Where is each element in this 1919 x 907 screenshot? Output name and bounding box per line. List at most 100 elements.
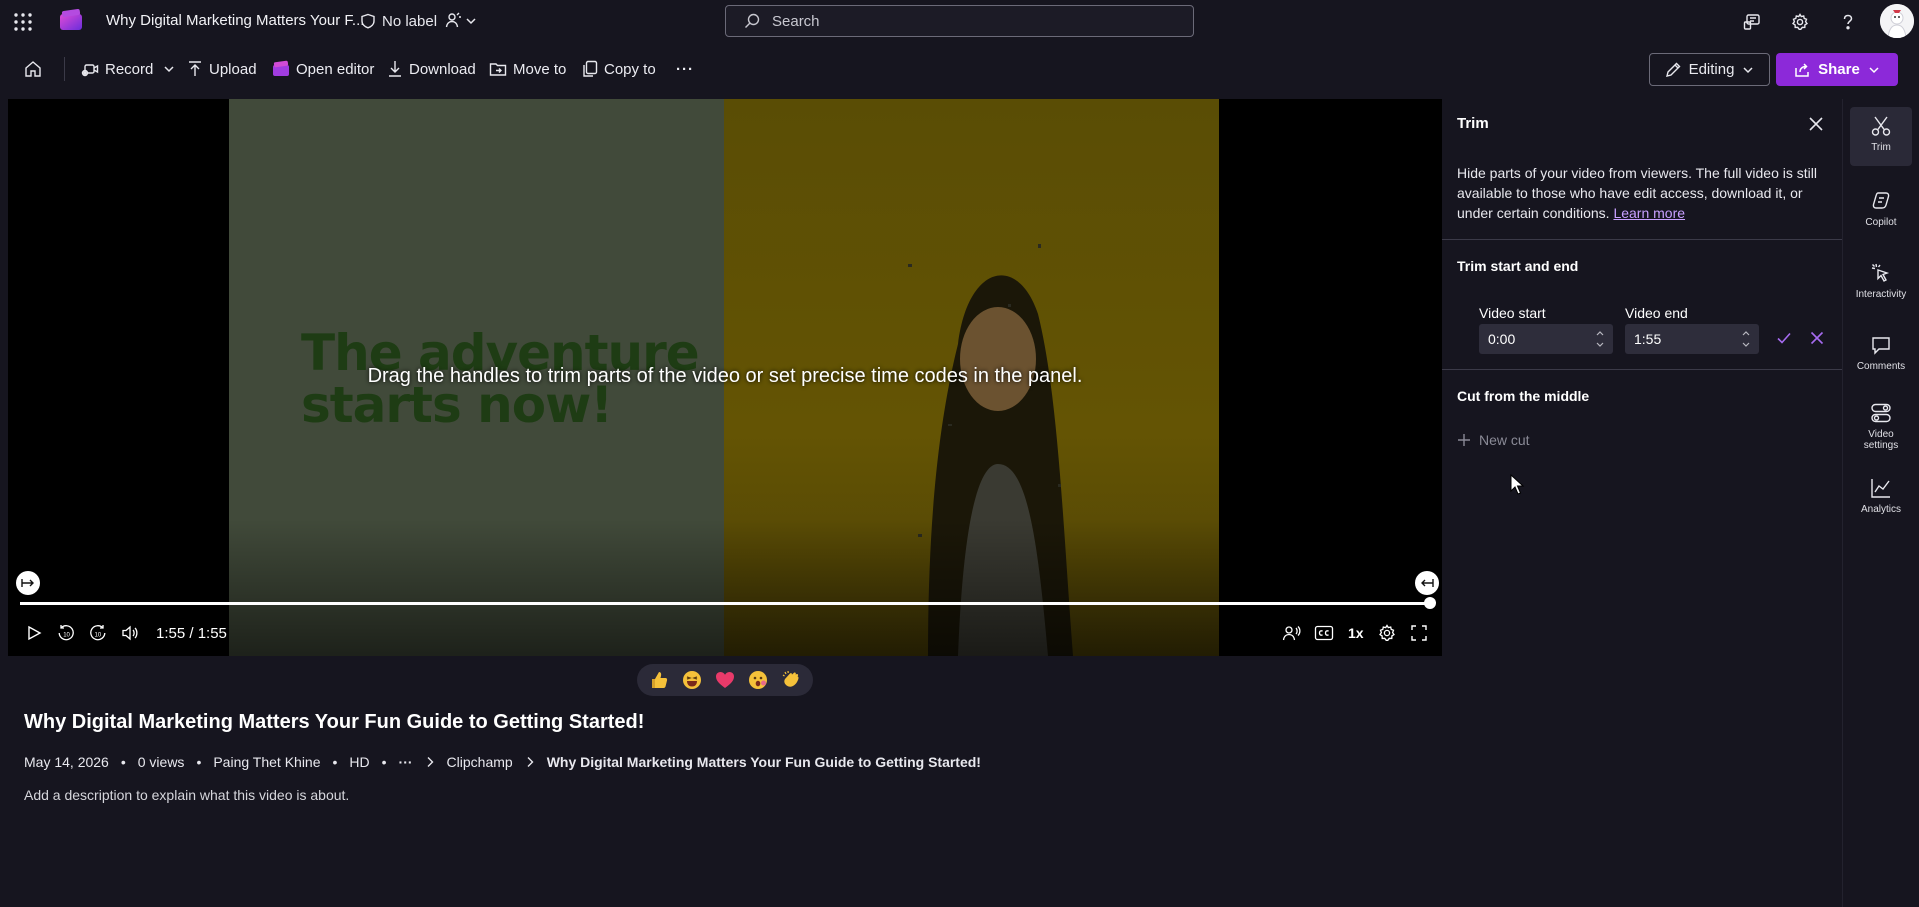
breadcrumb-folder[interactable]: Clipchamp: [447, 754, 513, 770]
cut-middle-heading: Cut from the middle: [1457, 388, 1590, 404]
trim-start-handle[interactable]: [16, 571, 40, 595]
breadcrumb-current: Why Digital Marketing Matters Your Fun G…: [546, 754, 981, 770]
new-cut-button[interactable]: New cut: [1457, 432, 1530, 448]
record-label: Record: [105, 60, 154, 78]
time-readout: 1:55 / 1:55: [156, 625, 227, 642]
video-end-stepper[interactable]: [1741, 328, 1751, 350]
video-title: Why Digital Marketing Matters Your Fun G…: [24, 711, 645, 733]
video-end-label: Video end: [1625, 305, 1688, 321]
copy-to-label: Copy to: [604, 60, 656, 78]
chevron-down-icon: [1868, 64, 1880, 76]
copy-to-button[interactable]: Copy to: [582, 56, 656, 82]
chevron-down-icon: [465, 15, 477, 27]
more-actions-button[interactable]: ···: [676, 56, 694, 82]
rail-copilot[interactable]: Copilot: [1850, 190, 1912, 228]
play-icon[interactable]: [22, 621, 46, 645]
search-input[interactable]: [770, 11, 1154, 31]
separator-dot: •: [381, 754, 387, 770]
analytics-chart-icon: [1870, 477, 1892, 499]
app-launcher-icon[interactable]: [10, 9, 36, 35]
gear-icon[interactable]: [1375, 621, 1399, 645]
video-start-label: Video start: [1479, 305, 1546, 321]
closed-captions-icon[interactable]: [1312, 621, 1336, 645]
trim-instruction-overlay: Drag the handles to trim parts of the vi…: [367, 365, 1083, 387]
video-end-field[interactable]: 1:55: [1625, 324, 1759, 354]
download-label: Download: [409, 60, 476, 78]
upload-label: Upload: [209, 60, 257, 78]
rewind-10-icon[interactable]: 10: [54, 621, 78, 645]
rail-interactivity[interactable]: Interactivity: [1850, 262, 1912, 300]
rail-divider: [1842, 99, 1843, 907]
people-access-button[interactable]: [445, 10, 477, 32]
fullscreen-icon[interactable]: [1407, 621, 1431, 645]
timeline-track[interactable]: [20, 602, 1430, 605]
surprised-face-icon[interactable]: [747, 669, 769, 691]
video-start-value: 0:00: [1488, 331, 1516, 347]
forward-seconds-label: 10: [95, 633, 102, 639]
rail-analytics[interactable]: Analytics: [1850, 477, 1912, 515]
trim-start-end-heading: Trim start and end: [1457, 258, 1579, 274]
editing-label: Editing: [1688, 61, 1735, 78]
record-icon: [81, 60, 99, 78]
video-start-field[interactable]: 0:00: [1479, 324, 1613, 354]
close-icon[interactable]: [1805, 326, 1829, 350]
learn-more-link[interactable]: Learn more: [1613, 205, 1685, 221]
download-button[interactable]: Download: [387, 56, 476, 82]
editing-mode-button[interactable]: Editing: [1649, 53, 1770, 86]
heart-icon[interactable]: [714, 669, 736, 691]
rail-comments[interactable]: Comments: [1850, 334, 1912, 372]
upload-button[interactable]: Upload: [187, 56, 257, 82]
forward-10-icon[interactable]: 10: [86, 621, 110, 645]
rail-trim-label: Trim: [1871, 142, 1891, 153]
separator-dot: •: [332, 754, 338, 770]
owner-name[interactable]: Paing Thet Khine: [213, 754, 320, 770]
video-end-value: 1:55: [1634, 331, 1662, 347]
close-icon[interactable]: [1804, 112, 1828, 136]
pointer-click-icon: [1870, 262, 1892, 284]
chevron-right-icon: [525, 756, 535, 768]
video-player[interactable]: The adventure starts now! Drag the handl…: [8, 99, 1442, 656]
rail-trim[interactable]: Trim: [1850, 107, 1912, 166]
home-button[interactable]: [24, 56, 42, 82]
playback-speed-button[interactable]: 1x: [1348, 625, 1364, 641]
new-cut-label: New cut: [1479, 432, 1530, 448]
toolbar-divider: [64, 57, 65, 81]
divider: [1442, 239, 1842, 240]
clapping-hands-icon[interactable]: [780, 669, 802, 691]
audio-description-icon[interactable]: [1280, 621, 1304, 645]
help-icon[interactable]: [1834, 8, 1862, 36]
share-button[interactable]: Share: [1776, 53, 1898, 86]
trim-end-handle[interactable]: [1415, 571, 1439, 595]
rail-video-settings[interactable]: Video settings: [1850, 402, 1912, 451]
chevron-down-icon: [163, 63, 175, 75]
video-metadata-row: May 14, 2026 • 0 views • Paing Thet Khin…: [24, 754, 981, 770]
gear-icon[interactable]: [1786, 8, 1814, 36]
sensitivity-label-button[interactable]: No label: [360, 10, 437, 32]
open-editor-button[interactable]: Open editor: [272, 56, 374, 82]
volume-icon[interactable]: [118, 621, 142, 645]
stream-logo-icon[interactable]: [58, 8, 84, 34]
divider: [1442, 369, 1842, 370]
checkmark-icon[interactable]: [1772, 326, 1796, 350]
search-box[interactable]: [725, 5, 1194, 37]
move-to-label: Move to: [513, 60, 567, 78]
move-to-button[interactable]: Move to: [489, 56, 566, 82]
shield-icon: [360, 13, 376, 29]
upload-icon: [187, 60, 203, 78]
trim-panel-title: Trim: [1457, 115, 1489, 132]
page-title: Why Digital Marketing Matters Your F...: [106, 12, 365, 29]
people-icon: [445, 12, 463, 30]
video-start-stepper[interactable]: [1595, 328, 1605, 350]
plus-icon: [1457, 433, 1471, 447]
description-field[interactable]: Add a description to explain what this v…: [24, 787, 349, 803]
record-button[interactable]: Record: [81, 56, 175, 82]
breadcrumb-more-button[interactable]: ···: [399, 754, 413, 770]
feedback-icon[interactable]: [1738, 8, 1766, 36]
sensitivity-label-text: No label: [382, 12, 438, 30]
laughing-face-icon[interactable]: [681, 669, 703, 691]
thumbs-up-icon[interactable]: [648, 669, 670, 691]
timeline-playhead[interactable]: [1424, 597, 1436, 609]
avatar[interactable]: [1880, 4, 1914, 38]
trim-description: Hide parts of your video from viewers. T…: [1457, 163, 1825, 223]
share-icon: [1794, 62, 1810, 78]
